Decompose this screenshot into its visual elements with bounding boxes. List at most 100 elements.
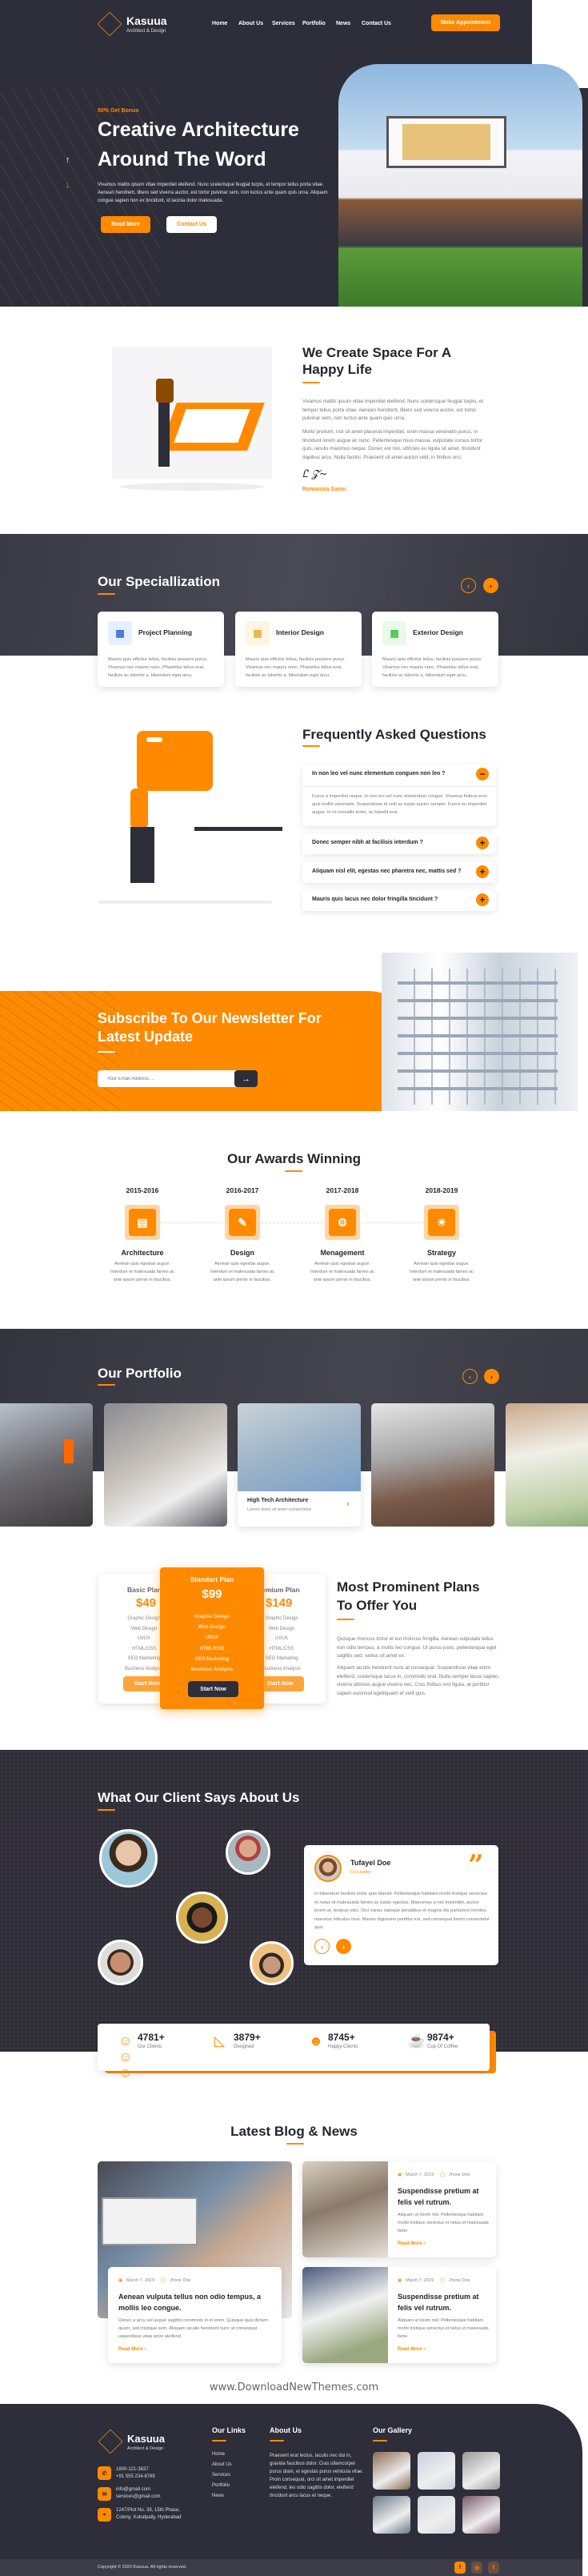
nav-news[interactable]: News — [336, 21, 350, 26]
blog-card[interactable]: ▣ March 7, 2019 ◯ Jhone Doe Suspendisse … — [302, 2267, 496, 2363]
post-author: Jhone Doe — [170, 2278, 191, 2283]
slide-up-arrow-icon[interactable]: ↑ — [66, 155, 70, 165]
prev-arrow-button[interactable]: ‹ — [462, 1369, 478, 1384]
make-appointment-button[interactable]: Make Appointment — [431, 14, 500, 31]
gallery-image[interactable] — [373, 2496, 410, 2534]
smile-icon: ☻ — [309, 2033, 323, 2048]
signature: Ꮭ 𝓩~ — [302, 468, 328, 480]
card-title: Exterior Design — [413, 628, 463, 636]
plan-feature: Business Analysis — [190, 1667, 234, 1673]
email-icon: ✉ — [98, 2487, 111, 2501]
gallery-image[interactable] — [418, 2496, 455, 2534]
reviewer-role: Co-Leader — [350, 1870, 371, 1875]
portfolio-image-5[interactable] — [506, 1403, 588, 1527]
gallery-image[interactable] — [462, 2452, 500, 2490]
copyright: Copyright © 2020 Kasuua. All rights rese… — [98, 2565, 187, 2570]
portfolio-image-1[interactable] — [0, 1403, 93, 1527]
next-testimonial-button[interactable]: › — [336, 1939, 351, 1954]
plus-icon[interactable]: + — [476, 865, 489, 878]
portfolio-image-2[interactable] — [104, 1403, 227, 1527]
client-avatar[interactable] — [98, 1940, 143, 1985]
brand-name: Kasuua — [127, 2433, 165, 2445]
read-more-link[interactable]: Read More › — [398, 2347, 425, 2352]
nav-home[interactable]: Home — [212, 21, 227, 26]
minus-icon[interactable]: − — [476, 768, 489, 780]
post-excerpt: Aliquam ut lorem nisl. Pellentesque habi… — [398, 2213, 489, 2233]
plus-icon[interactable]: + — [476, 893, 489, 906]
nav-portfolio[interactable]: Portfolio — [302, 21, 326, 26]
instagram-icon[interactable]: ◎ — [471, 2562, 482, 2574]
blog-card-1[interactable]: ▣ March 7, 2019 ◯ Jhone Doe Aenean vulpu… — [108, 2267, 282, 2363]
specialization-card[interactable]: ▦ Interior Design Mauris quis efficitur … — [235, 612, 362, 687]
specialization-card[interactable]: ▦ Project Planning Mauris quis efficitur… — [98, 612, 224, 687]
faq-item[interactable]: In non leo vel nunc elementum conguen no… — [302, 764, 496, 826]
footer-link[interactable]: About Us — [212, 2462, 232, 2467]
client-avatar[interactable] — [226, 1830, 270, 1875]
read-more-link[interactable]: Read More › — [398, 2241, 425, 2246]
footer-about-title: About Us — [270, 2426, 302, 2434]
subscribe-arrow-button[interactable]: → — [234, 1070, 258, 1087]
slide-down-arrow-icon[interactable]: ↓ — [66, 180, 70, 190]
post-title[interactable]: Suspendisse pretium at felis vel rutrum. — [398, 2185, 492, 2208]
award-name: Design — [230, 1249, 254, 1257]
nav-contact[interactable]: Contact Us — [362, 21, 391, 26]
client-avatar[interactable] — [99, 1829, 158, 1888]
faq-item[interactable]: Mauris quis lacus nec dolor fringilla ti… — [302, 890, 496, 911]
gallery-image[interactable] — [373, 2452, 410, 2490]
faq-item[interactable]: Aliquam nisl elit, egestas nec pharetra … — [302, 862, 496, 883]
award-year: 2015-2016 — [126, 1186, 159, 1194]
email-2[interactable]: services@gmail.com — [116, 2494, 160, 2499]
gallery-image[interactable] — [418, 2452, 455, 2490]
phone-2: +91 555 234-8765 — [116, 2474, 155, 2479]
post-title[interactable]: Aenean vulputa tellus non odio tempus, a… — [118, 2291, 274, 2313]
footer-link[interactable]: Home — [212, 2452, 225, 2457]
footer-link[interactable]: Services — [212, 2473, 230, 2478]
set-square-icon: ◺ — [214, 2033, 226, 2048]
plan-price: $99 — [202, 1587, 222, 1601]
facebook-icon[interactable]: f — [454, 2562, 466, 2574]
specialization-card[interactable]: ▦ Exterior Design Mauris quis efficitur … — [372, 612, 498, 687]
stat-value: 9874+ — [427, 2032, 454, 2043]
newsletter-title-line1: Subscribe To Our Newsletter For — [98, 1010, 322, 1026]
footer-link[interactable]: News — [212, 2494, 224, 2498]
contact-us-button[interactable]: Contact Us — [166, 216, 217, 233]
footer-link[interactable]: Portfolio — [212, 2483, 230, 2488]
faq-item[interactable]: Donec semper nibh at facilisis interdum … — [302, 833, 496, 854]
timeline-line — [160, 1222, 424, 1223]
start-now-button-standard[interactable]: Start Now — [188, 1681, 238, 1697]
portfolio-image-4[interactable] — [371, 1403, 494, 1527]
quote-icon: ” — [468, 1849, 484, 1881]
brand-name: Kasuua — [126, 14, 167, 27]
email-1[interactable]: info@gmail.com — [116, 2487, 150, 2492]
portfolio-featured-card[interactable]: High Tech Architecture Lorem dolor sit a… — [238, 1403, 361, 1527]
post-date: March 7, 2019 — [406, 2173, 434, 2177]
next-arrow-button[interactable]: › — [483, 578, 498, 593]
logo[interactable]: Kasuua Architect & Design — [98, 2428, 170, 2460]
blog-card[interactable]: ▣ March 7, 2019 ◯ Jhone Doe Suspendisse … — [302, 2161, 496, 2257]
next-arrow-button[interactable]: › — [484, 1369, 499, 1384]
newsletter-email-input[interactable] — [98, 1070, 238, 1087]
plan-name: Basic Plan — [127, 1586, 162, 1594]
nav-services[interactable]: Services — [272, 21, 295, 26]
gallery-image[interactable] — [462, 2496, 500, 2534]
award-text: Aenean quis egestas augue. Interdum et m… — [409, 1262, 474, 1282]
client-avatar[interactable] — [250, 1941, 294, 1985]
read-more-button[interactable]: Read More — [101, 216, 150, 233]
twitter-icon[interactable]: t — [488, 2562, 499, 2574]
award-name: Menagement — [320, 1249, 365, 1257]
logo[interactable]: Kasuua Architect & Design — [97, 11, 170, 39]
nav-about[interactable]: About Us — [238, 21, 263, 26]
address-line1: 1247/Plot No. 39, 15th Phase, — [116, 2508, 181, 2513]
title-underline — [373, 2440, 387, 2442]
read-more-link[interactable]: Read More › — [118, 2347, 146, 2352]
plus-icon[interactable]: + — [476, 837, 489, 849]
plan-feature: Graphic Design — [265, 1616, 298, 1621]
client-avatar[interactable] — [176, 1892, 228, 1944]
post-title[interactable]: Suspendisse pretium at felis vel rutrum. — [398, 2291, 492, 2313]
card-text: Mauris quis efficitur tellus, facilisis … — [108, 657, 208, 678]
prev-testimonial-button[interactable]: ‹ — [314, 1939, 330, 1954]
prev-arrow-button[interactable]: ‹ — [461, 578, 476, 593]
drafting-icon: ✎ — [229, 1209, 256, 1236]
chevron-right-icon[interactable]: › — [346, 1499, 350, 1509]
footer-links-title: Our Links — [212, 2426, 246, 2434]
